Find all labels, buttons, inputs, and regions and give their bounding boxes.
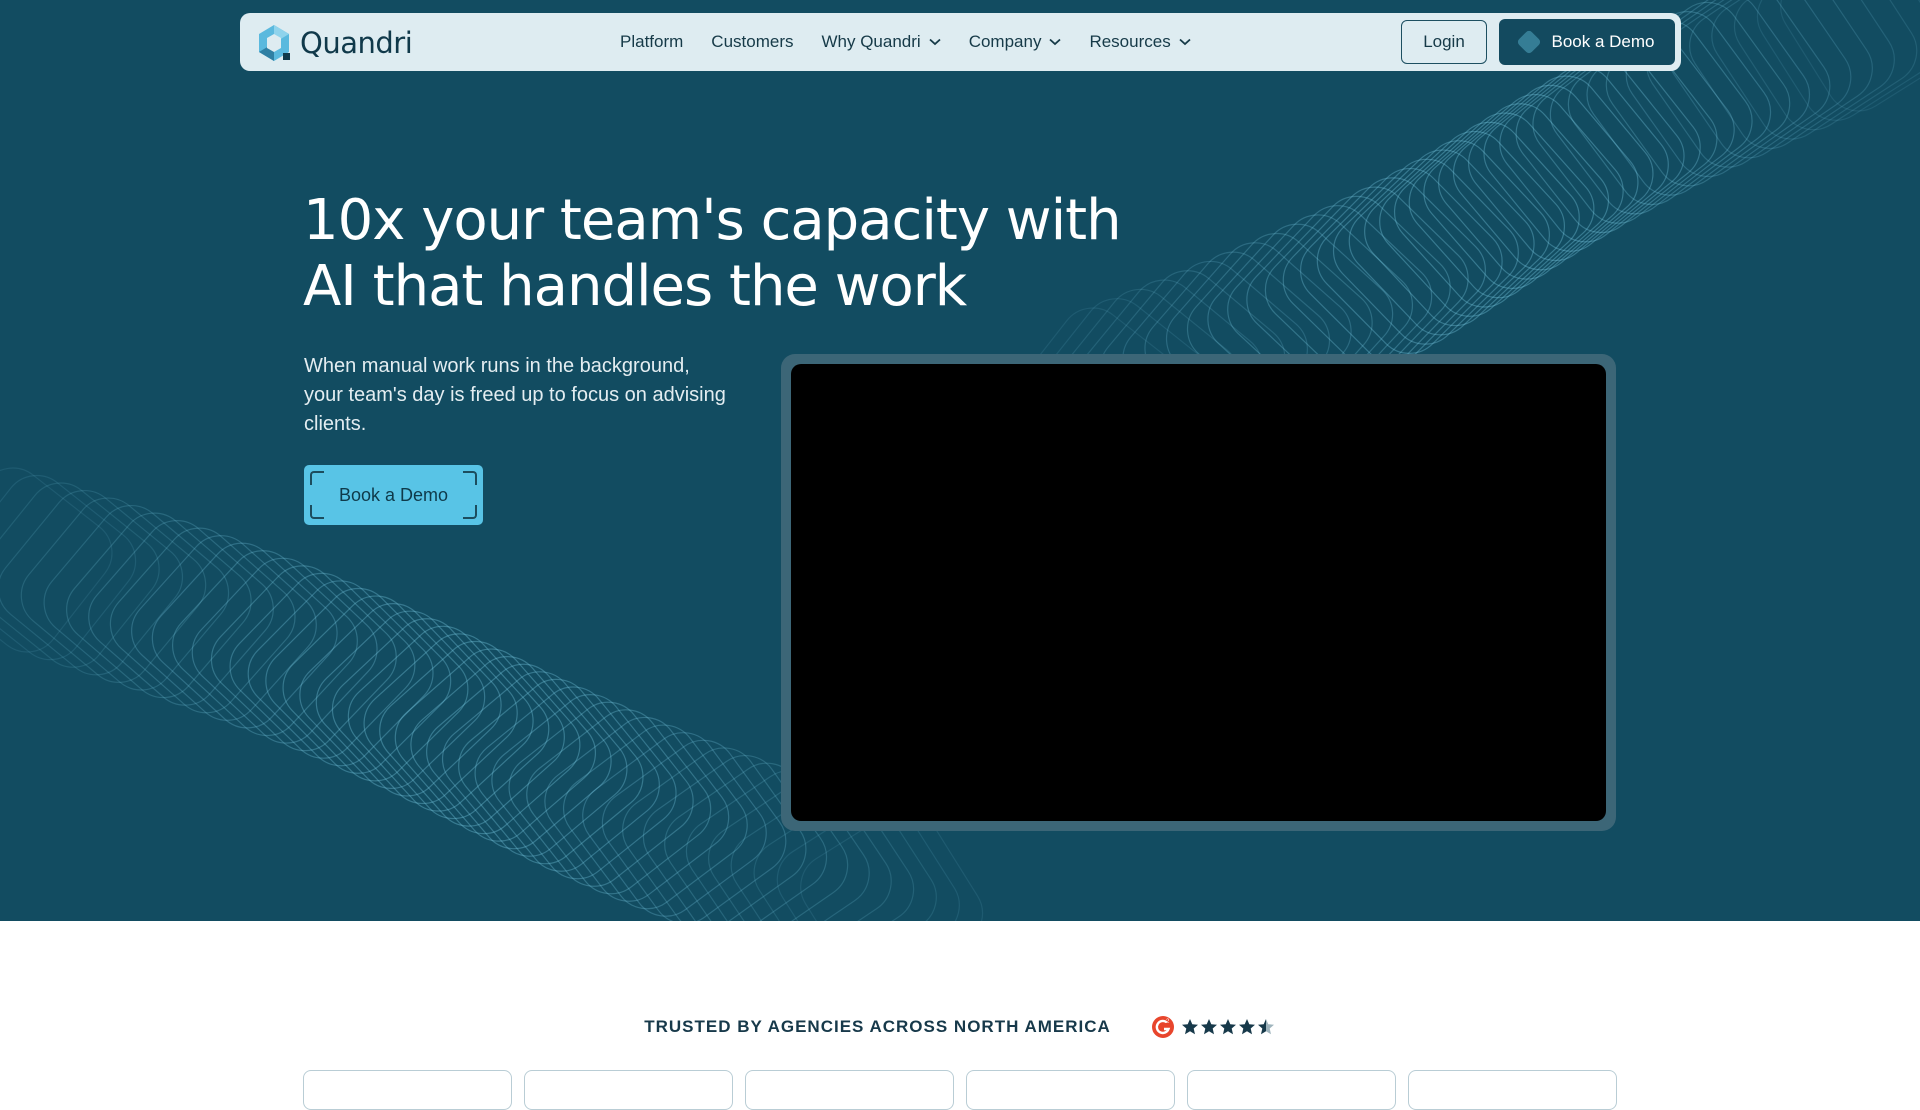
star-icon xyxy=(1238,1019,1255,1035)
nav-item-label: Company xyxy=(968,32,1042,51)
pattern-shape xyxy=(151,542,338,729)
pattern-shape xyxy=(88,520,274,706)
corner-bracket xyxy=(310,505,324,519)
corner-bracket xyxy=(463,505,477,519)
star-icon xyxy=(1257,1019,1274,1035)
hero-section: Quandri Platform Customers Why Quandri Comp… xyxy=(0,0,1920,921)
pattern-shape xyxy=(394,648,581,835)
brand-name: Quandri xyxy=(300,26,413,60)
book-demo-nav-label: Book a Demo xyxy=(1551,32,1655,51)
customer-logo-card xyxy=(966,1070,1175,1110)
pattern-shape xyxy=(315,610,502,797)
pattern-shape xyxy=(379,640,565,827)
customer-logo-card xyxy=(1408,1070,1617,1110)
g2-logo-icon: 2 xyxy=(1151,1016,1174,1038)
chevron-down-icon xyxy=(929,38,941,46)
corner-bracket xyxy=(463,471,477,485)
pattern-shape xyxy=(0,474,137,661)
nav-item-company[interactable]: Company xyxy=(969,32,1062,52)
pattern-shape xyxy=(347,625,534,812)
customer-logo-card xyxy=(524,1070,733,1110)
hero-subtext: When manual work runs in the background,… xyxy=(304,355,726,435)
pattern-shape xyxy=(458,678,644,865)
chevron-down-icon xyxy=(1179,38,1191,46)
trusted-label: TRUSTED BY AGENCIES ACROSS NORTH AMERICA xyxy=(644,1017,1111,1036)
pattern-shape xyxy=(331,618,518,805)
pattern-shape xyxy=(363,633,550,820)
pattern-shape xyxy=(1499,57,1685,243)
hero-headline: 10x your team's capacity with AI that ha… xyxy=(303,188,1123,320)
pattern-shape xyxy=(426,663,612,850)
star-icon xyxy=(1181,1019,1198,1035)
top-navigation: Quandri Platform Customers Why Quandri Comp… xyxy=(240,13,1681,71)
login-button[interactable]: Login xyxy=(1401,20,1487,64)
nav-item-platform[interactable]: Platform xyxy=(620,32,683,52)
nav-item-label: Resources xyxy=(1089,32,1171,51)
quandri-logo-icon xyxy=(259,25,290,61)
star-icon xyxy=(1219,1019,1236,1035)
book-demo-nav-button[interactable]: Book a Demo xyxy=(1499,19,1675,65)
customer-logo-card xyxy=(303,1070,512,1110)
pattern-shape xyxy=(474,686,660,872)
video-frame xyxy=(781,354,1616,831)
g2-rating[interactable]: 2 xyxy=(1151,1015,1276,1039)
headline-line-1: 10x your team's capacity with xyxy=(303,188,1122,253)
book-demo-hero-label: Book a Demo xyxy=(338,484,449,505)
star-rating xyxy=(1181,1018,1276,1036)
nav-item-resources[interactable]: Resources xyxy=(1089,32,1191,52)
customer-logo-card xyxy=(745,1070,954,1110)
brand-logo[interactable]: Quandri xyxy=(254,23,413,63)
pattern-shape xyxy=(410,656,597,842)
pattern-shape xyxy=(229,572,416,759)
pattern-shape xyxy=(191,557,378,744)
nav-item-label: Platform xyxy=(620,32,684,51)
customer-logo-card xyxy=(1187,1070,1396,1110)
video-player[interactable] xyxy=(791,364,1606,821)
nav-item-label: Why Quandri xyxy=(821,32,921,51)
headline-line-2: AI that handles the work xyxy=(303,254,967,319)
nav-item-customers[interactable]: Customers xyxy=(711,32,793,52)
chevron-down-icon xyxy=(1049,38,1062,46)
corner-bracket xyxy=(310,471,324,485)
nav-item-why-quandri[interactable]: Why Quandri xyxy=(821,32,941,52)
star-icon xyxy=(1200,1019,1217,1035)
book-demo-hero-button[interactable]: Book a Demo xyxy=(304,465,483,525)
nav-item-label: Customers xyxy=(711,32,794,51)
nav-menu: Platform Customers Why Quandri Company Resou… xyxy=(620,13,1219,71)
diamond-icon xyxy=(1515,29,1542,55)
trusted-strip: TRUSTED BY AGENCIES ACROSS NORTH AMERICA… xyxy=(0,1012,1920,1042)
pattern-shape xyxy=(441,671,628,857)
pattern-shape xyxy=(1667,0,1852,159)
pattern-shape xyxy=(109,527,296,714)
